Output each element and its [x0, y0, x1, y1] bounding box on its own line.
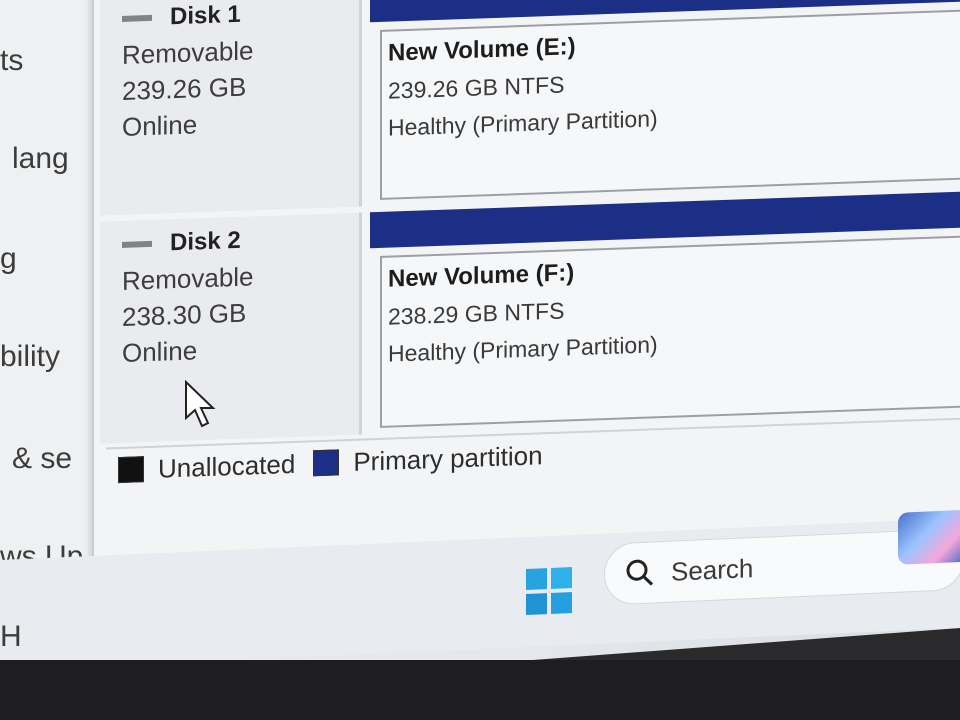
screen: ts lang g bility & se ws Up Disk 1 Remov…	[0, 0, 960, 700]
widgets-icon[interactable]	[898, 509, 960, 565]
disk-name: Disk 1	[170, 0, 241, 31]
sidebar-item: H	[0, 620, 22, 653]
unallocated-swatch	[118, 456, 144, 484]
disk-info-1[interactable]: Disk 1 Removable 239.26 GB Online	[100, 0, 362, 216]
sidebar-item[interactable]: bility	[0, 340, 60, 374]
windows-start-icon[interactable]	[524, 565, 574, 617]
volume-box-f[interactable]: New Volume (F:) 238.29 GB NTFS Healthy (…	[380, 234, 960, 428]
disk-icon	[122, 14, 152, 22]
settings-sidebar: ts lang g bility & se ws Up	[0, 0, 88, 620]
disk-name: Disk 2	[170, 226, 241, 257]
sidebar-item[interactable]: ts	[0, 44, 23, 78]
sidebar-item[interactable]: g	[0, 242, 17, 276]
volume-area-1: New Volume (E:) 239.26 GB NTFS Healthy (…	[370, 0, 960, 206]
search-icon	[626, 559, 654, 586]
monitor-bezel	[0, 660, 960, 720]
disk-size: 239.26 GB	[122, 71, 247, 106]
disk-row-1: Disk 1 Removable 239.26 GB Online New Vo…	[100, 0, 960, 216]
disk-management-window: Disk 1 Removable 239.26 GB Online New Vo…	[92, 0, 960, 571]
mouse-cursor-icon	[185, 380, 216, 428]
legend-unallocated: Unallocated	[158, 448, 296, 484]
disk-type: Removable	[122, 261, 254, 296]
volume-area-2: New Volume (F:) 238.29 GB NTFS Healthy (…	[370, 190, 960, 434]
legend-primary: Primary partition	[353, 439, 543, 477]
primary-swatch	[313, 449, 340, 477]
volume-box-e[interactable]: New Volume (E:) 239.26 GB NTFS Healthy (…	[380, 8, 960, 200]
disk-type: Removable	[122, 35, 254, 70]
search-label: Search	[671, 552, 754, 587]
disk-info-2[interactable]: Disk 2 Removable 238.30 GB Online	[100, 212, 362, 444]
disk-status: Online	[122, 335, 198, 368]
sidebar-item[interactable]: lang	[12, 142, 69, 176]
disk-icon	[122, 240, 152, 248]
sidebar-item[interactable]: & se	[12, 442, 72, 476]
disk-row-2: Disk 2 Removable 238.30 GB Online New Vo…	[100, 190, 960, 444]
disk-size: 238.30 GB	[122, 297, 247, 332]
disk-status: Online	[122, 109, 198, 142]
